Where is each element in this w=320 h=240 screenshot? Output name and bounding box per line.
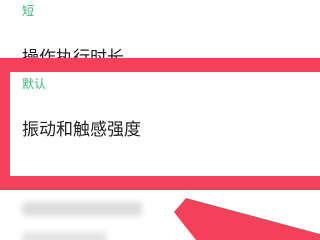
default-value-label: 默认 <box>22 77 47 91</box>
setting-short-value-row: 短 <box>0 0 320 26</box>
settings-screen: 短 操作执行时长 默认 振动和触感强度 <box>0 0 320 240</box>
short-value-label: 短 <box>22 4 35 18</box>
blurred-setting-row <box>22 202 142 216</box>
vibration-intensity-setting[interactable]: 振动和触感强度 <box>0 100 320 162</box>
vibration-intensity-title: 振动和触感强度 <box>22 120 141 140</box>
blurred-setting-row <box>22 232 107 240</box>
highlight-frame-top-edge <box>0 58 320 72</box>
operation-duration-setting[interactable]: 操作执行时长 <box>0 30 320 80</box>
